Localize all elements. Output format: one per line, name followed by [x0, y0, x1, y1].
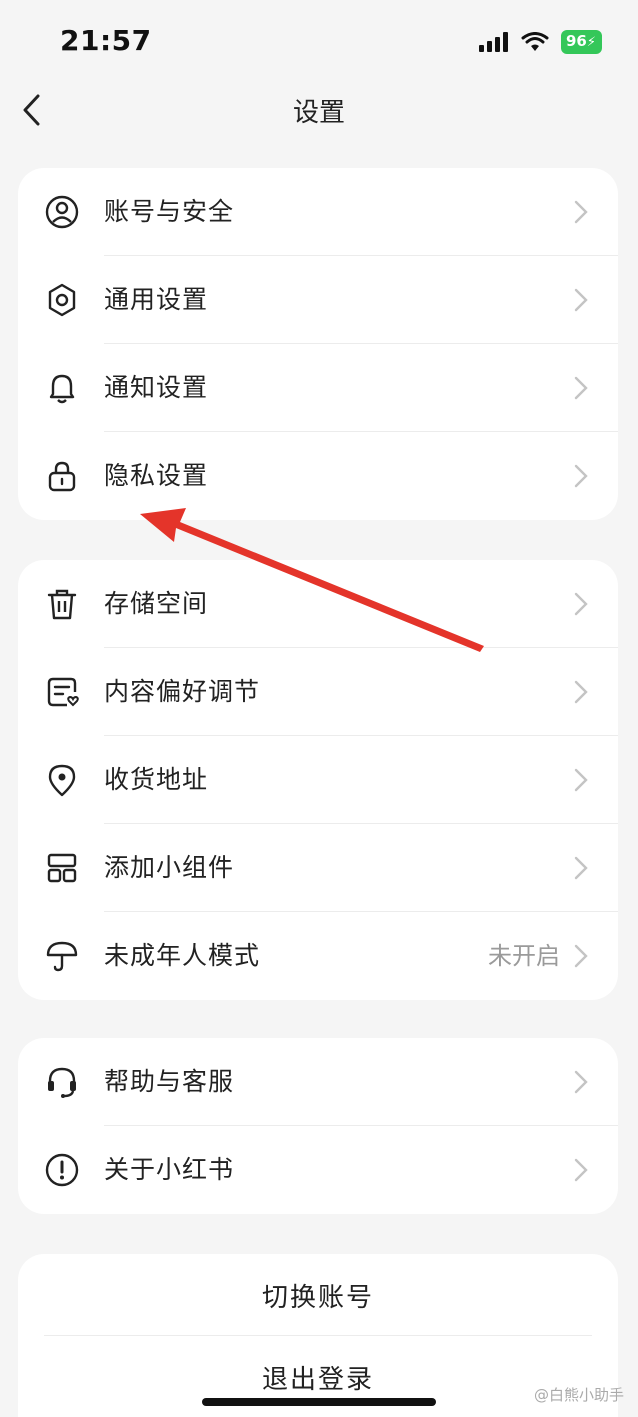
switch-account-label: 切换账号: [261, 1282, 374, 1313]
chevron-right-icon: [574, 856, 588, 880]
minor-mode-status: 未开启: [488, 942, 560, 970]
location-icon: [44, 762, 80, 798]
bell-icon: [44, 370, 80, 406]
status-icons: 96⚡: [478, 30, 602, 54]
settings-item-label: 通知设置: [104, 373, 209, 402]
chevron-right-icon: [574, 592, 588, 616]
switch-account-button[interactable]: 切换账号: [18, 1254, 618, 1336]
headset-icon: [44, 1064, 80, 1100]
page-title: 设置: [292, 98, 345, 128]
widget-icon: [44, 850, 80, 886]
cellular-signal-icon: [478, 32, 508, 52]
settings-item-label: 关于小红书: [104, 1155, 235, 1184]
settings-item-notifications[interactable]: 通知设置: [18, 344, 618, 432]
settings-group-account: 账号与安全 通用设置 通知设置 隐私设置: [18, 168, 618, 520]
content-preference-icon: [44, 674, 80, 710]
chevron-right-icon: [574, 944, 588, 968]
settings-item-label: 账号与安全: [104, 197, 235, 226]
battery-level: 96: [565, 32, 587, 50]
account-actions: 切换账号 退出登录: [18, 1254, 618, 1417]
logout-label: 退出登录: [261, 1364, 374, 1395]
settings-item-label: 帮助与客服: [104, 1067, 235, 1096]
info-icon: [44, 1152, 80, 1188]
chevron-right-icon: [574, 464, 588, 488]
charging-bolt-icon: ⚡: [586, 35, 596, 50]
chevron-right-icon: [574, 1158, 588, 1182]
settings-item-label: 存储空间: [104, 589, 209, 618]
chevron-right-icon: [574, 376, 588, 400]
settings-group-support: 帮助与客服 关于小红书: [18, 1038, 618, 1214]
chevron-right-icon: [574, 680, 588, 704]
settings-item-about[interactable]: 关于小红书: [18, 1126, 618, 1214]
chevron-right-icon: [574, 200, 588, 224]
settings-item-account-security[interactable]: 账号与安全: [18, 168, 618, 256]
wifi-icon: [521, 32, 549, 51]
settings-item-content-preference[interactable]: 内容偏好调节: [18, 648, 618, 736]
battery-indicator: 96⚡: [560, 30, 602, 54]
settings-item-general[interactable]: 通用设置: [18, 256, 618, 344]
settings-item-help[interactable]: 帮助与客服: [18, 1038, 618, 1126]
lock-icon: [44, 458, 80, 494]
nav-bar: 设置: [0, 80, 638, 140]
watermark: @白熊小助手: [533, 1386, 624, 1404]
settings-item-label: 收货地址: [104, 765, 209, 794]
chevron-right-icon: [574, 1070, 588, 1094]
settings-item-label: 内容偏好调节: [104, 677, 261, 706]
settings-item-label: 未成年人模式: [104, 941, 261, 970]
chevron-right-icon: [574, 288, 588, 312]
settings-item-storage[interactable]: 存储空间: [18, 560, 618, 648]
home-indicator[interactable]: [202, 1398, 436, 1406]
chevron-right-icon: [574, 768, 588, 792]
trash-icon: [44, 586, 80, 622]
status-time: 21:57: [60, 24, 152, 57]
settings-item-label: 隐私设置: [104, 461, 209, 490]
settings-item-label: 添加小组件: [104, 853, 235, 882]
settings-item-minor-mode[interactable]: 未成年人模式 未开启: [18, 912, 618, 1000]
settings-group-general: 存储空间 内容偏好调节 收货地址 添加小组件 未成年人模式 未开启: [18, 560, 618, 1000]
settings-item-address[interactable]: 收货地址: [18, 736, 618, 824]
gear-icon: [44, 282, 80, 318]
settings-item-privacy[interactable]: 隐私设置: [18, 432, 618, 520]
settings-item-label: 通用设置: [104, 285, 209, 314]
status-bar: 21:57 96⚡: [0, 0, 638, 80]
settings-item-widget[interactable]: 添加小组件: [18, 824, 618, 912]
umbrella-icon: [44, 938, 80, 974]
user-icon: [44, 194, 80, 230]
